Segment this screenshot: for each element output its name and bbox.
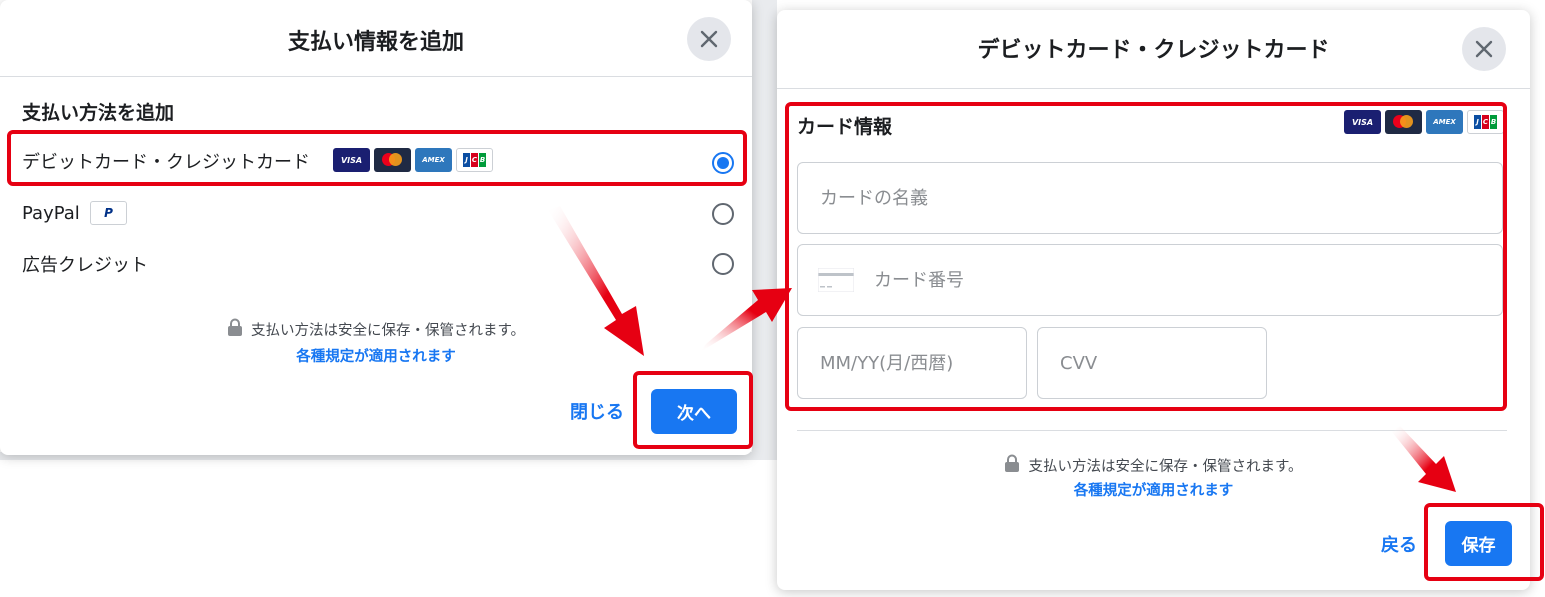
policy-link[interactable]: 各種規定が適用されます [0,345,752,366]
policy-link[interactable]: 各種規定が適用されます [777,479,1530,500]
secure-storage-note: 支払い方法は安全に保存・保管されます。 [0,318,752,340]
header-divider [777,88,1530,89]
amex-logo-icon: AMEX [1426,110,1463,134]
close-icon [700,30,718,48]
radio-card-selected[interactable] [712,152,734,174]
close-button[interactable] [687,17,731,61]
paypal-logo-icon: P [90,201,127,225]
cvv-input[interactable] [1058,351,1266,375]
header-divider [0,76,752,77]
close-icon [1475,40,1493,58]
form-divider [797,430,1507,431]
amex-logo-icon: AMEX [415,148,452,172]
card-details-dialog: デビットカード・クレジットカード カード情報 VISA AMEX JCB カード… [777,10,1530,590]
expiry-field[interactable] [797,327,1027,399]
visa-logo-icon: VISA [1344,110,1381,134]
next-button[interactable]: 次へ [651,389,737,434]
card-logos: VISA AMEX JCB [1344,110,1504,134]
option-label: 広告クレジット [22,255,148,276]
add-payment-info-dialog: 支払い情報を追加 支払い方法を追加 デビットカード・クレジットカード VISA … [0,0,752,455]
cardholder-name-input[interactable] [818,186,1502,210]
card-number-input[interactable] [872,268,1502,292]
section-title: 支払い方法を追加 [22,102,175,124]
secure-storage-note: 支払い方法は安全に保存・保管されます。 [777,454,1530,476]
radio-paypal[interactable] [712,203,734,225]
secure-text: 支払い方法は安全に保存・保管されます。 [1028,459,1303,475]
back-button[interactable]: 戻る [1381,531,1417,557]
payment-option-paypal[interactable]: PayPal P [10,192,744,236]
card-number-field[interactable] [797,244,1503,316]
payment-option-card[interactable]: デビットカード・クレジットカード VISA AMEX JCB [10,134,744,184]
lock-icon [1005,454,1020,472]
radio-ad-credit[interactable] [712,253,734,275]
expiry-input[interactable] [818,351,1026,375]
mastercard-logo-icon [374,148,411,172]
dialog-title: デビットカード・クレジットカード [977,38,1330,63]
mastercard-logo-icon [1385,110,1422,134]
option-label: PayPal [22,203,80,224]
jcb-logo-icon: JCB [1467,110,1504,134]
visa-logo-icon: VISA [333,148,370,172]
save-button[interactable]: 保存 [1445,521,1512,566]
lock-icon [227,318,242,336]
cvv-field[interactable] [1037,327,1267,399]
card-logos: VISA AMEX JCB [333,148,493,172]
close-text-button[interactable]: 閉じる [570,398,624,424]
close-button[interactable] [1462,27,1506,71]
payment-option-ad-credit[interactable]: 広告クレジット [10,240,744,284]
cardholder-name-field[interactable] [797,162,1503,234]
secure-text: 支払い方法は安全に保存・保管されます。 [250,323,526,339]
card-icon [818,268,854,292]
background-page-strip [752,0,777,460]
jcb-logo-icon: JCB [456,148,493,172]
section-title: カード情報 [797,116,893,138]
option-label: デビットカード・クレジットカード [22,152,310,173]
dialog-title: 支払い情報を追加 [287,30,464,55]
